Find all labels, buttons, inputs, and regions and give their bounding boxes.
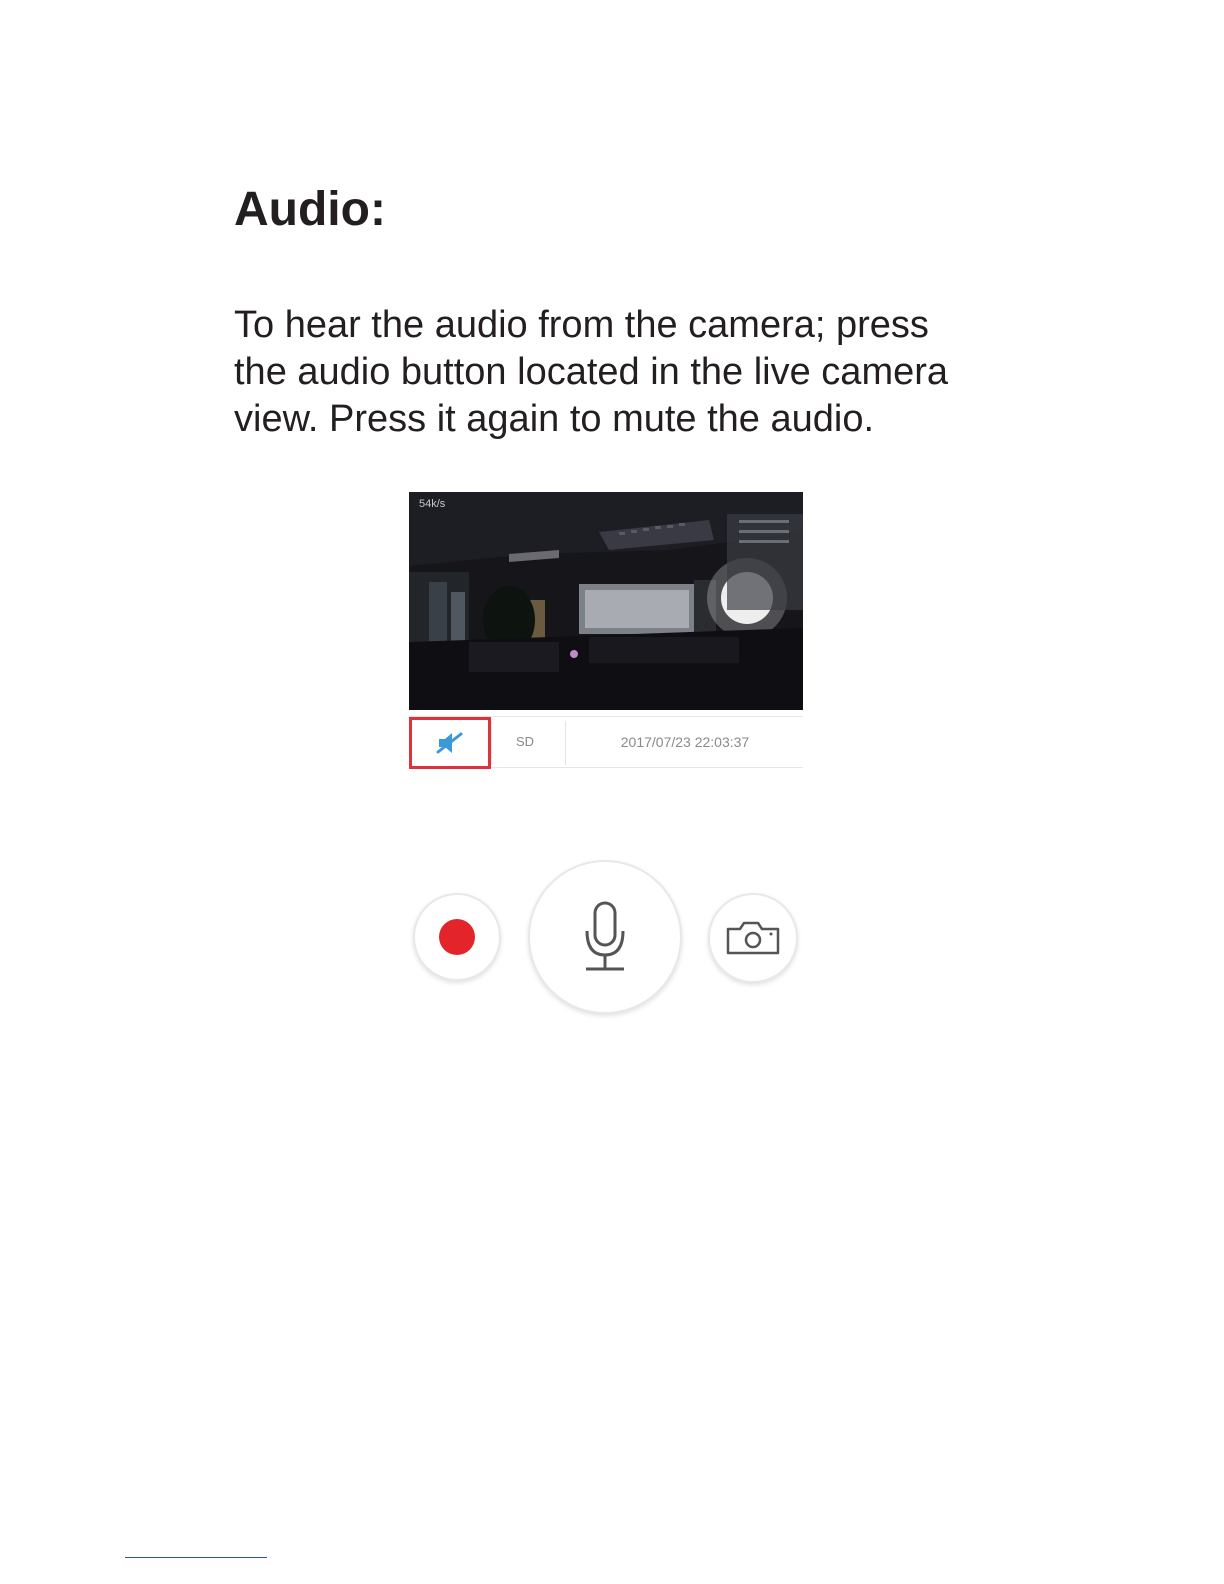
status-divider	[491, 721, 492, 765]
live-view-status-bar: SD 2017/07/23 22:03:37	[409, 716, 803, 769]
record-icon	[439, 919, 475, 955]
footer-rule	[125, 1557, 267, 1558]
camera-feed-image	[409, 492, 803, 710]
status-divider	[565, 721, 566, 765]
quality-toggle[interactable]: SD	[499, 717, 551, 767]
microphone-icon	[585, 901, 625, 971]
talk-button[interactable]	[528, 860, 682, 1014]
speaker-muted-icon	[436, 732, 463, 754]
bitrate-label: 54k/s	[419, 498, 446, 510]
snapshot-button[interactable]	[708, 893, 798, 983]
camera-icon	[726, 921, 780, 955]
live-camera-view[interactable]: 54k/s	[409, 492, 803, 710]
record-button[interactable]	[413, 893, 501, 981]
audio-toggle-button[interactable]	[409, 717, 491, 769]
timestamp-label: 2017/07/23 22:03:37	[620, 734, 750, 750]
page-heading: Audio:	[234, 183, 386, 236]
instruction-paragraph: To hear the audio from the camera; press…	[234, 304, 949, 440]
